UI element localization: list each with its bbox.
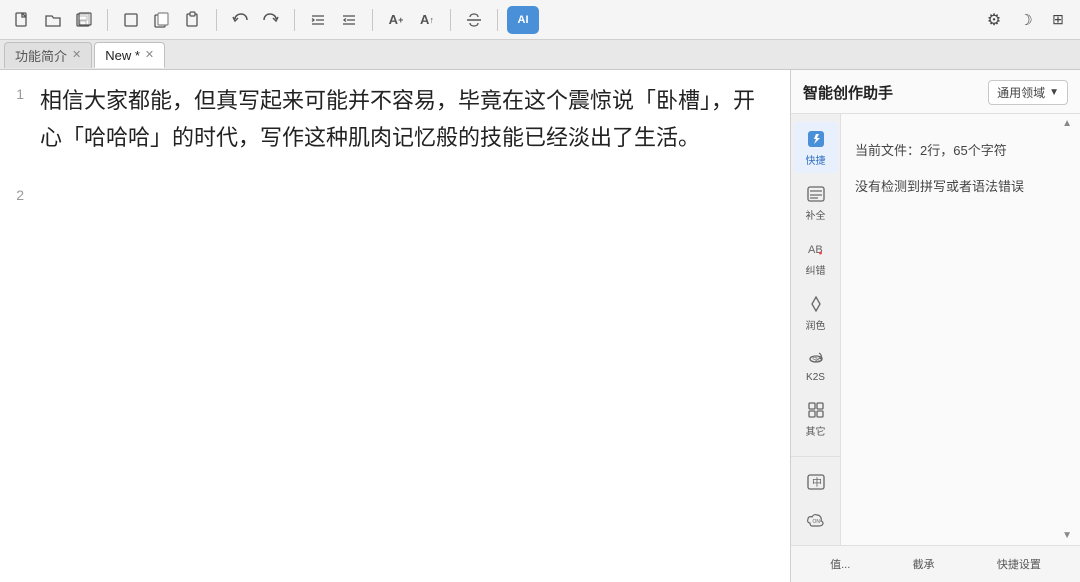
tab-intro-close[interactable]: ✕ [72,50,81,61]
panel-scroll-down[interactable]: ▼ [1062,530,1072,541]
svg-text:ON: ON [812,519,820,525]
edit-tools [117,6,207,34]
right-panel: 智能创作助手 通用领域 ▼ 快捷 [790,70,1080,582]
panel-scroll-up[interactable]: ▲ [1062,118,1072,129]
file-info: 当前文件：2行，65个字符 [855,141,1066,162]
supplement-label: 补全 [806,207,826,222]
side-icon-bar: 快捷 补全 AB [791,114,841,545]
dropdown-arrow-icon: ▼ [1049,87,1059,98]
editor-content[interactable]: 相信大家都能，但真写起来可能并不容易，毕竟在这个震惊说「卧槽」，开心「哈哈哈」的… [30,70,790,582]
k2s-label: K2S [806,372,825,383]
status-message: 没有检测到拼写或者语法错误 [855,176,1066,195]
sep6 [497,9,498,31]
outdent-button[interactable] [335,6,363,34]
correct-icon: AB [805,238,827,260]
panel-title: 智能创作助手 [803,82,893,103]
capture-button[interactable]: 截承 [905,552,943,576]
sep5 [450,9,451,31]
indent-tools [304,6,363,34]
correct-label: 纠错 [806,262,826,277]
editor-line-1: 相信大家都能，但真写起来可能并不容易，毕竟在这个震惊说「卧槽」，开心「哈哈哈」的… [40,82,770,157]
svg-text:中: 中 [812,476,822,489]
settings-icon[interactable]: ⚙ [980,6,1008,34]
quick-label: 快捷 [806,152,826,167]
line-number-2: 2 [0,183,24,208]
side-icons-bottom: 中 ON [791,456,840,545]
undo-redo-tools [226,6,285,34]
save-multi-button[interactable] [70,6,98,34]
tab-new-label: New * [105,48,140,63]
translate-tool[interactable]: 中 [794,465,838,499]
tab-intro[interactable]: 功能简介 ✕ [4,42,92,68]
k2s-tool[interactable]: S K K2S [794,342,838,389]
supplement-icon [805,183,827,205]
open-button[interactable] [39,6,67,34]
editor-line-2 [40,157,770,195]
undo-button[interactable] [226,6,254,34]
tab-intro-label: 功能简介 [15,46,67,65]
tab-new-close[interactable]: ✕ [145,50,154,61]
domain-dropdown-label: 通用领域 [997,84,1045,101]
editor-area[interactable]: 1 2 相信大家都能，但真写起来可能并不容易，毕竟在这个震惊说「卧槽」，开心「哈… [0,70,790,582]
crop-button[interactable] [117,6,145,34]
sep1 [107,9,108,31]
panel-header: 智能创作助手 通用领域 ▼ [791,70,1080,114]
redo-button[interactable] [257,6,285,34]
font-size-large-button[interactable]: A+ [382,6,410,34]
supplement-tool[interactable]: 补全 [794,177,838,228]
domain-dropdown[interactable]: 通用领域 ▼ [988,80,1068,105]
theme-icon[interactable]: ☽ [1012,6,1040,34]
layout-icon[interactable]: ⊞ [1044,6,1072,34]
quick-icon [805,128,827,150]
font-size-tools: A+ A↑ [382,6,441,34]
sep4 [372,9,373,31]
toolbar: A+ A↑ AI ⚙ ☽ ⊞ [0,0,1080,40]
sep2 [216,9,217,31]
ai-button[interactable]: AI [507,6,539,34]
other-icon [805,399,827,421]
k2s-icon: S K [805,348,827,370]
strikethrough-button[interactable] [460,6,488,34]
correct-tool[interactable]: AB 纠错 [794,232,838,283]
file-tools [8,6,98,34]
polish-label: 润色 [806,317,826,332]
cloud-icon: ON [805,509,827,531]
line-number-1: 1 [0,82,24,107]
tabbar: 功能简介 ✕ New * ✕ [0,40,1080,70]
panel-info: 当前文件：2行，65个字符 没有检测到拼写或者语法错误 [841,129,1080,530]
shortcut-settings-button[interactable]: 快捷设置 [989,552,1049,576]
other-tool[interactable]: 其它 [794,393,838,444]
new-file-button[interactable] [8,6,36,34]
polish-tool[interactable]: 润色 [794,287,838,338]
tab-new[interactable]: New * ✕ [94,42,165,68]
quick-tool[interactable]: 快捷 [794,122,838,173]
paste-button[interactable] [179,6,207,34]
panel-bottom-buttons: 值... 截承 快捷设置 [791,545,1080,582]
main-area: 1 2 相信大家都能，但真写起来可能并不容易，毕竟在这个震惊说「卧槽」，开心「哈… [0,70,1080,582]
copy-button[interactable] [148,6,176,34]
polish-icon [805,293,827,315]
cloud-tool[interactable]: ON [794,503,838,537]
sep3 [294,9,295,31]
line-numbers: 1 2 [0,70,30,582]
translate-icon: 中 [805,471,827,493]
panel-content: 快捷 补全 AB [791,114,1080,545]
restore-button[interactable]: 值... [822,552,858,576]
other-label: 其它 [806,423,826,438]
indent-button[interactable] [304,6,332,34]
font-size-small-button[interactable]: A↑ [413,6,441,34]
